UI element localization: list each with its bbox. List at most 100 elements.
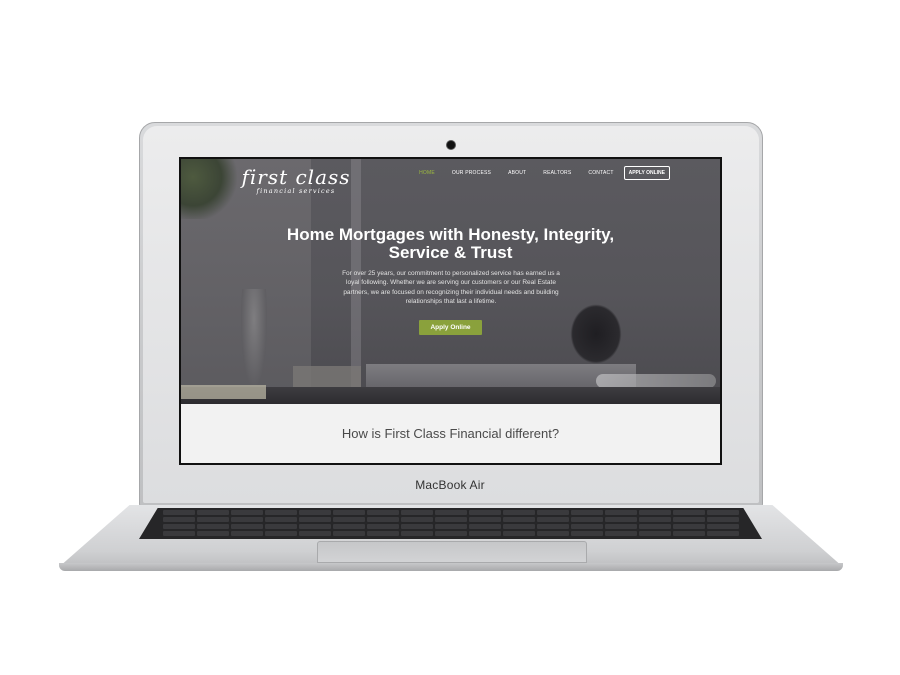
laptop-trackpad (317, 541, 587, 563)
keyboard-row (139, 531, 762, 536)
key (570, 510, 603, 515)
keyboard-row (139, 510, 762, 515)
key (502, 517, 535, 522)
hero-apply-online-button[interactable]: Apply Online (419, 320, 482, 335)
hero-description: For over 25 years, our commitment to per… (342, 270, 560, 305)
key (332, 510, 365, 515)
key (638, 524, 671, 529)
nav-item-contact[interactable]: CONTACT (588, 170, 613, 176)
key (706, 524, 739, 529)
key (366, 524, 399, 529)
key (162, 531, 195, 536)
key (706, 517, 739, 522)
key (468, 524, 501, 529)
key (434, 524, 467, 529)
key (468, 510, 501, 515)
key (638, 517, 671, 522)
key (264, 517, 297, 522)
hero-bg-figurine (241, 289, 267, 389)
nav-item-home[interactable]: HOME (419, 170, 435, 176)
nav-item-realtors[interactable]: REALTORS (543, 170, 571, 176)
key (196, 531, 229, 536)
key (706, 531, 739, 536)
key (366, 517, 399, 522)
key (672, 531, 705, 536)
hero-bg-pen (596, 374, 716, 388)
key (468, 517, 501, 522)
key (570, 531, 603, 536)
key (502, 531, 535, 536)
key (400, 531, 433, 536)
key (672, 517, 705, 522)
hero-bg-mouse (566, 299, 626, 369)
nav-item-about[interactable]: ABOUT (508, 170, 526, 176)
key (230, 524, 263, 529)
key (196, 524, 229, 529)
key (570, 524, 603, 529)
hero-bg-notepad (181, 385, 266, 399)
key (366, 510, 399, 515)
key (298, 517, 331, 522)
nav-apply-online-button[interactable]: APPLY ONLINE (623, 166, 670, 180)
key (400, 517, 433, 522)
different-section: How is First Class Financial different? (181, 404, 720, 463)
hero-bg-plant (181, 159, 241, 219)
key (264, 524, 297, 529)
logo-main-text: first class (241, 165, 351, 189)
key (706, 510, 739, 515)
key (434, 531, 467, 536)
laptop-base-lip (59, 563, 843, 571)
key (162, 517, 195, 522)
key (264, 510, 297, 515)
site-logo[interactable]: first class financial services (236, 167, 356, 195)
key (366, 531, 399, 536)
key (298, 524, 331, 529)
key (298, 510, 331, 515)
key (434, 517, 467, 522)
key (434, 510, 467, 515)
main-nav: HOME OUR PROCESS ABOUT REALTORS CONTACT … (402, 166, 670, 180)
key (570, 517, 603, 522)
key (502, 510, 535, 515)
key (536, 524, 569, 529)
key (672, 510, 705, 515)
key (400, 524, 433, 529)
key (604, 524, 637, 529)
key (230, 510, 263, 515)
section-heading: How is First Class Financial different? (341, 426, 560, 441)
key (332, 531, 365, 536)
laptop-screen: first class financial services HOME OUR … (179, 157, 722, 465)
key (502, 524, 535, 529)
key (332, 524, 365, 529)
laptop-brand-label: MacBook Air (415, 478, 485, 492)
key (536, 531, 569, 536)
hero-title: Home Mortgages with Honesty, Integrity, … (181, 226, 720, 262)
key (400, 510, 433, 515)
key (332, 517, 365, 522)
nav-item-our-process[interactable]: OUR PROCESS (452, 170, 491, 176)
key (604, 531, 637, 536)
key (264, 531, 297, 536)
key (638, 531, 671, 536)
hero-title-line2: Service & Trust (388, 243, 513, 262)
key (536, 517, 569, 522)
key (604, 517, 637, 522)
laptop-keyboard (139, 508, 762, 539)
key (162, 510, 195, 515)
key (298, 531, 331, 536)
key (638, 510, 671, 515)
key (604, 510, 637, 515)
webcam (447, 141, 455, 149)
key (196, 517, 229, 522)
hero-section: first class financial services HOME OUR … (181, 159, 720, 404)
keyboard-row (139, 524, 762, 529)
key (230, 517, 263, 522)
key (162, 524, 195, 529)
hero-title-line1: Home Mortgages with Honesty, Integrity, (286, 225, 615, 244)
key (230, 531, 263, 536)
keyboard-row (139, 517, 762, 522)
key (672, 524, 705, 529)
key (536, 510, 569, 515)
key (468, 531, 501, 536)
key (196, 510, 229, 515)
